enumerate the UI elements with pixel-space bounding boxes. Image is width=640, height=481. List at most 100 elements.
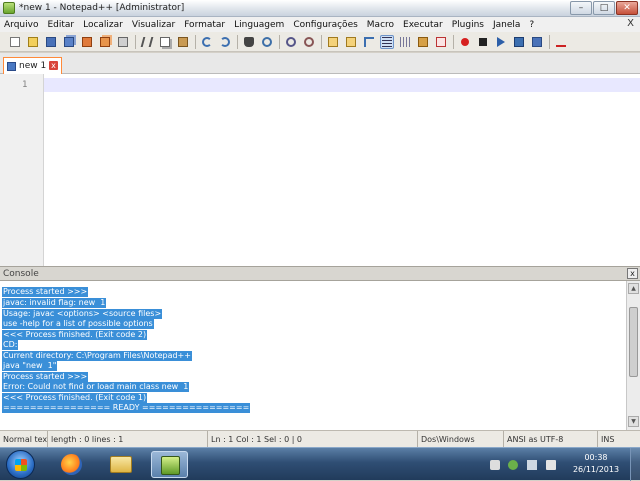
console-output[interactable]: Process started >>> javac: invalid flag:… bbox=[0, 281, 626, 430]
toolbar-separator bbox=[195, 34, 196, 49]
new-file-icon[interactable] bbox=[8, 35, 22, 49]
firefox-icon bbox=[61, 454, 82, 475]
menu-arquivo[interactable]: Arquivo bbox=[4, 20, 38, 30]
menu-editar[interactable]: Editar bbox=[47, 20, 74, 30]
redo-icon[interactable] bbox=[218, 35, 232, 49]
unsaved-document-icon bbox=[7, 61, 16, 71]
undo-icon[interactable] bbox=[200, 35, 214, 49]
toolbar-separator bbox=[321, 34, 322, 49]
window-controls: – □ ✕ bbox=[570, 1, 638, 15]
status-doc-type: Normal text file bbox=[0, 431, 48, 448]
console-line: <<< Process finished. (Exit code 2) bbox=[2, 330, 148, 340]
editor-area[interactable]: 1 bbox=[0, 74, 640, 266]
folder-icon bbox=[110, 456, 132, 473]
show-desktop-button[interactable] bbox=[630, 448, 640, 481]
copy-icon[interactable] bbox=[158, 35, 172, 49]
save-macro-icon[interactable] bbox=[530, 35, 544, 49]
doc-map-icon[interactable] bbox=[416, 35, 430, 49]
current-line-highlight[interactable] bbox=[44, 78, 640, 92]
title-bar: *new 1 - Notepad++ [Administrator] – □ ✕ bbox=[0, 0, 640, 17]
minimize-button[interactable]: – bbox=[570, 1, 592, 15]
toolbar bbox=[0, 32, 640, 52]
notepadpp-icon bbox=[161, 456, 180, 475]
close-icon[interactable] bbox=[80, 35, 94, 49]
zoom-out-icon[interactable] bbox=[302, 35, 316, 49]
show-all-chars-icon[interactable] bbox=[380, 34, 394, 49]
status-eol: Dos\Windows bbox=[418, 431, 504, 448]
find-icon[interactable] bbox=[242, 35, 256, 49]
status-encoding: ANSI as UTF-8 bbox=[504, 431, 598, 448]
save-icon[interactable] bbox=[44, 35, 58, 49]
tray-volume-icon[interactable] bbox=[546, 460, 556, 470]
print-icon[interactable] bbox=[116, 35, 130, 49]
console-scrollbar[interactable]: ▲ ▼ bbox=[626, 281, 640, 430]
clock-date: 26/11/2013 bbox=[572, 465, 620, 474]
paste-icon[interactable] bbox=[176, 35, 190, 49]
stop-record-icon[interactable] bbox=[476, 35, 490, 49]
window-title: *new 1 - Notepad++ [Administrator] bbox=[19, 3, 185, 13]
start-button[interactable] bbox=[6, 450, 35, 479]
menu-executar[interactable]: Executar bbox=[403, 20, 443, 30]
close-document-button[interactable]: X bbox=[627, 18, 634, 29]
console-line: Current directory: C:\Program Files\Note… bbox=[2, 351, 192, 361]
scroll-thumb[interactable] bbox=[629, 307, 638, 377]
status-bar: Normal text file length : 0 lines : 1 Ln… bbox=[0, 430, 640, 448]
toolbar-separator bbox=[237, 34, 238, 49]
console-line: javac: invalid flag: new 1 bbox=[2, 298, 107, 308]
menu-localizar[interactable]: Localizar bbox=[83, 20, 123, 30]
console-line: Process started >>> bbox=[2, 372, 89, 382]
status-length: length : 0 lines : 1 bbox=[48, 431, 208, 448]
console-line: use -help for a list of possible options bbox=[2, 319, 154, 329]
menu-janela[interactable]: Janela bbox=[493, 20, 520, 30]
taskbar-firefox[interactable] bbox=[53, 451, 90, 478]
status-insert-mode: INS bbox=[601, 435, 615, 444]
menu-formatar[interactable]: Formatar bbox=[184, 20, 225, 30]
function-list-icon[interactable] bbox=[434, 35, 448, 49]
taskbar-clock[interactable]: 00:38 26/11/2013 bbox=[566, 452, 626, 476]
record-macro-icon[interactable] bbox=[458, 35, 472, 49]
windows-taskbar: 00:38 26/11/2013 bbox=[0, 447, 640, 481]
close-window-button[interactable]: ✕ bbox=[616, 1, 638, 15]
scroll-up-arrow-icon[interactable]: ▲ bbox=[628, 283, 639, 294]
tray-flag-icon[interactable] bbox=[508, 460, 518, 470]
clock-time: 00:38 bbox=[584, 453, 608, 462]
console-title: Console bbox=[3, 269, 39, 279]
tab-new-1[interactable]: new 1 x bbox=[3, 57, 62, 74]
console-line: Usage: javac <options> <source files> bbox=[2, 309, 163, 319]
word-wrap-icon[interactable] bbox=[362, 35, 376, 49]
menu-macro[interactable]: Macro bbox=[367, 20, 394, 30]
close-all-icon[interactable] bbox=[98, 35, 112, 49]
open-file-icon[interactable] bbox=[26, 35, 40, 49]
tray-network-icon[interactable] bbox=[527, 460, 537, 470]
scroll-down-arrow-icon[interactable]: ▼ bbox=[628, 416, 639, 427]
maximize-button[interactable]: □ bbox=[593, 1, 615, 15]
menu-plugins[interactable]: Plugins bbox=[452, 20, 484, 30]
menu-help[interactable]: ? bbox=[529, 20, 534, 30]
cut-icon[interactable] bbox=[140, 35, 154, 49]
indent-guide-icon[interactable] bbox=[398, 35, 412, 49]
play-multiple-icon[interactable] bbox=[512, 35, 526, 49]
console-close-button[interactable]: x bbox=[627, 268, 638, 279]
console-line: Error: Could not find or load main class… bbox=[2, 382, 190, 392]
console-line: ================ READY ================ bbox=[2, 403, 251, 413]
replace-icon[interactable] bbox=[260, 35, 274, 49]
save-all-icon[interactable] bbox=[62, 35, 76, 49]
sync-horizontal-icon[interactable] bbox=[344, 35, 358, 49]
menu-linguagem[interactable]: Linguagem bbox=[234, 20, 284, 30]
close-tab-button[interactable]: x bbox=[49, 61, 58, 70]
spellcheck-icon[interactable] bbox=[554, 35, 568, 49]
console-line: CD: bbox=[2, 340, 19, 350]
play-macro-icon[interactable] bbox=[494, 35, 508, 49]
notepadpp-icon bbox=[3, 2, 15, 14]
menu-visualizar[interactable]: Visualizar bbox=[132, 20, 175, 30]
console-panel-header: Console x bbox=[0, 266, 640, 281]
line-number: 1 bbox=[22, 80, 28, 90]
zoom-in-icon[interactable] bbox=[284, 35, 298, 49]
sync-vertical-icon[interactable] bbox=[326, 35, 340, 49]
menu-configuracoes[interactable]: Configurações bbox=[293, 20, 357, 30]
taskbar-explorer[interactable] bbox=[102, 451, 139, 478]
tray-usb-icon[interactable] bbox=[490, 460, 500, 470]
toolbar-separator bbox=[453, 34, 454, 49]
toolbar-separator bbox=[135, 34, 136, 49]
taskbar-notepadpp[interactable] bbox=[151, 451, 188, 478]
